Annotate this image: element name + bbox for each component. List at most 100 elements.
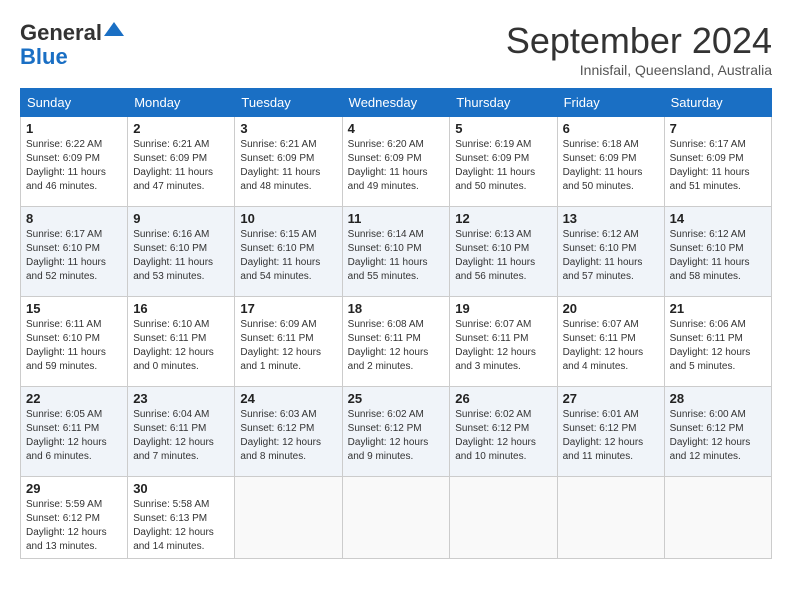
day-number: 19 bbox=[455, 301, 551, 316]
day-info: Sunrise: 6:03 AM Sunset: 6:12 PM Dayligh… bbox=[240, 408, 336, 464]
day-info: Sunrise: 6:21 AM Sunset: 6:09 PM Dayligh… bbox=[240, 138, 336, 194]
weekday-header-sunday: Sunday bbox=[21, 89, 128, 117]
calendar-cell: 6 Sunrise: 6:18 AM Sunset: 6:09 PM Daylig… bbox=[557, 117, 664, 207]
day-number: 26 bbox=[455, 391, 551, 406]
calendar-cell: 11 Sunrise: 6:14 AM Sunset: 6:10 PM Dayli… bbox=[342, 207, 450, 297]
calendar-cell: 23Sunrise: 6:04 AM Sunset: 6:11 PM Dayli… bbox=[128, 387, 235, 477]
day-number: 8 bbox=[26, 211, 122, 226]
day-info: Sunrise: 6:18 AM Sunset: 6:09 PM Dayligh… bbox=[563, 138, 659, 194]
day-info: Sunrise: 6:05 AM Sunset: 6:11 PM Dayligh… bbox=[26, 408, 122, 464]
calendar-cell: 8 Sunrise: 6:17 AM Sunset: 6:10 PM Daylig… bbox=[21, 207, 128, 297]
calendar-cell: 16 Sunrise: 6:10 AM Sunset: 6:11 PM Dayli… bbox=[128, 297, 235, 387]
day-number: 2 bbox=[133, 121, 229, 136]
weekday-header-monday: Monday bbox=[128, 89, 235, 117]
day-info: Sunrise: 6:22 AM Sunset: 6:09 PM Dayligh… bbox=[26, 138, 122, 194]
calendar-cell: 19 Sunrise: 6:07 AM Sunset: 6:11 PM Dayli… bbox=[450, 297, 557, 387]
day-number: 23 bbox=[133, 391, 229, 406]
calendar-cell: 28 Sunrise: 6:00 AM Sunset: 6:12 PM Dayli… bbox=[664, 387, 771, 477]
calendar-week-row: 29 Sunrise: 5:59 AM Sunset: 6:12 PM Dayli… bbox=[21, 477, 772, 559]
calendar-cell: 9 Sunrise: 6:16 AM Sunset: 6:10 PM Daylig… bbox=[128, 207, 235, 297]
day-number: 11 bbox=[348, 211, 445, 226]
day-info: Sunrise: 6:02 AM Sunset: 6:12 PM Dayligh… bbox=[455, 408, 551, 464]
day-number: 24 bbox=[240, 391, 336, 406]
calendar-cell: 20Sunrise: 6:07 AM Sunset: 6:11 PM Dayli… bbox=[557, 297, 664, 387]
calendar-cell: 5 Sunrise: 6:19 AM Sunset: 6:09 PM Daylig… bbox=[450, 117, 557, 207]
calendar-cell: 22 Sunrise: 6:05 AM Sunset: 6:11 PM Dayli… bbox=[21, 387, 128, 477]
day-info: Sunrise: 6:06 AM Sunset: 6:11 PM Dayligh… bbox=[670, 318, 766, 374]
weekday-header-thursday: Thursday bbox=[450, 89, 557, 117]
day-info: Sunrise: 6:21 AM Sunset: 6:09 PM Dayligh… bbox=[133, 138, 229, 194]
day-number: 18 bbox=[348, 301, 445, 316]
logo-text-blue: Blue bbox=[20, 44, 68, 70]
day-info: Sunrise: 6:01 AM Sunset: 6:12 PM Dayligh… bbox=[563, 408, 659, 464]
calendar-week-row: 15Sunrise: 6:11 AM Sunset: 6:10 PM Dayli… bbox=[21, 297, 772, 387]
day-info: Sunrise: 6:15 AM Sunset: 6:10 PM Dayligh… bbox=[240, 228, 336, 284]
day-number: 3 bbox=[240, 121, 336, 136]
calendar-cell: 27 Sunrise: 6:01 AM Sunset: 6:12 PM Dayli… bbox=[557, 387, 664, 477]
day-info: Sunrise: 5:59 AM Sunset: 6:12 PM Dayligh… bbox=[26, 498, 122, 554]
day-number: 28 bbox=[670, 391, 766, 406]
day-info: Sunrise: 6:13 AM Sunset: 6:10 PM Dayligh… bbox=[455, 228, 551, 284]
day-number: 4 bbox=[348, 121, 445, 136]
calendar-week-row: 22 Sunrise: 6:05 AM Sunset: 6:11 PM Dayli… bbox=[21, 387, 772, 477]
day-info: Sunrise: 6:09 AM Sunset: 6:11 PM Dayligh… bbox=[240, 318, 336, 374]
page-header: General Blue September 2024 Innisfail, Q… bbox=[20, 20, 772, 78]
calendar-cell bbox=[664, 477, 771, 559]
calendar-cell bbox=[342, 477, 450, 559]
weekday-header-friday: Friday bbox=[557, 89, 664, 117]
day-number: 17 bbox=[240, 301, 336, 316]
day-number: 27 bbox=[563, 391, 659, 406]
calendar-cell bbox=[235, 477, 342, 559]
day-info: Sunrise: 6:07 AM Sunset: 6:11 PM Dayligh… bbox=[563, 318, 659, 374]
location-subtitle: Innisfail, Queensland, Australia bbox=[506, 62, 772, 78]
calendar-cell bbox=[450, 477, 557, 559]
day-info: Sunrise: 6:17 AM Sunset: 6:09 PM Dayligh… bbox=[670, 138, 766, 194]
calendar-cell: 24 Sunrise: 6:03 AM Sunset: 6:12 PM Dayli… bbox=[235, 387, 342, 477]
calendar-cell: 4 Sunrise: 6:20 AM Sunset: 6:09 PM Daylig… bbox=[342, 117, 450, 207]
calendar-cell: 7 Sunrise: 6:17 AM Sunset: 6:09 PM Daylig… bbox=[664, 117, 771, 207]
logo-arrow-icon bbox=[102, 18, 124, 40]
day-number: 22 bbox=[26, 391, 122, 406]
day-info: Sunrise: 6:02 AM Sunset: 6:12 PM Dayligh… bbox=[348, 408, 445, 464]
day-info: Sunrise: 6:16 AM Sunset: 6:10 PM Dayligh… bbox=[133, 228, 229, 284]
calendar-cell: 15Sunrise: 6:11 AM Sunset: 6:10 PM Dayli… bbox=[21, 297, 128, 387]
title-area: September 2024 Innisfail, Queensland, Au… bbox=[506, 20, 772, 78]
calendar-week-row: 1 Sunrise: 6:22 AM Sunset: 6:09 PM Daylig… bbox=[21, 117, 772, 207]
day-info: Sunrise: 6:12 AM Sunset: 6:10 PM Dayligh… bbox=[670, 228, 766, 284]
day-number: 16 bbox=[133, 301, 229, 316]
logo-text-general: General bbox=[20, 20, 102, 45]
day-number: 13 bbox=[563, 211, 659, 226]
day-number: 21 bbox=[670, 301, 766, 316]
day-number: 9 bbox=[133, 211, 229, 226]
day-info: Sunrise: 6:20 AM Sunset: 6:09 PM Dayligh… bbox=[348, 138, 445, 194]
weekday-header-saturday: Saturday bbox=[664, 89, 771, 117]
weekday-header-tuesday: Tuesday bbox=[235, 89, 342, 117]
day-info: Sunrise: 6:19 AM Sunset: 6:09 PM Dayligh… bbox=[455, 138, 551, 194]
day-number: 30 bbox=[133, 481, 229, 496]
day-info: Sunrise: 6:07 AM Sunset: 6:11 PM Dayligh… bbox=[455, 318, 551, 374]
calendar-cell: 26 Sunrise: 6:02 AM Sunset: 6:12 PM Dayli… bbox=[450, 387, 557, 477]
calendar-table: SundayMondayTuesdayWednesdayThursdayFrid… bbox=[20, 88, 772, 559]
day-number: 29 bbox=[26, 481, 122, 496]
day-number: 7 bbox=[670, 121, 766, 136]
calendar-cell: 17 Sunrise: 6:09 AM Sunset: 6:11 PM Dayli… bbox=[235, 297, 342, 387]
day-info: Sunrise: 6:10 AM Sunset: 6:11 PM Dayligh… bbox=[133, 318, 229, 374]
day-info: Sunrise: 6:00 AM Sunset: 6:12 PM Dayligh… bbox=[670, 408, 766, 464]
day-info: Sunrise: 6:12 AM Sunset: 6:10 PM Dayligh… bbox=[563, 228, 659, 284]
calendar-cell: 13 Sunrise: 6:12 AM Sunset: 6:10 PM Dayli… bbox=[557, 207, 664, 297]
day-number: 5 bbox=[455, 121, 551, 136]
day-info: Sunrise: 6:11 AM Sunset: 6:10 PM Dayligh… bbox=[26, 318, 122, 374]
day-info: Sunrise: 6:14 AM Sunset: 6:10 PM Dayligh… bbox=[348, 228, 445, 284]
calendar-week-row: 8 Sunrise: 6:17 AM Sunset: 6:10 PM Daylig… bbox=[21, 207, 772, 297]
calendar-cell: 3 Sunrise: 6:21 AM Sunset: 6:09 PM Daylig… bbox=[235, 117, 342, 207]
day-number: 25 bbox=[348, 391, 445, 406]
day-info: Sunrise: 5:58 AM Sunset: 6:13 PM Dayligh… bbox=[133, 498, 229, 554]
day-number: 1 bbox=[26, 121, 122, 136]
calendar-cell: 21 Sunrise: 6:06 AM Sunset: 6:11 PM Dayli… bbox=[664, 297, 771, 387]
calendar-cell: 25 Sunrise: 6:02 AM Sunset: 6:12 PM Dayli… bbox=[342, 387, 450, 477]
logo: General Blue bbox=[20, 20, 102, 70]
day-number: 6 bbox=[563, 121, 659, 136]
day-info: Sunrise: 6:17 AM Sunset: 6:10 PM Dayligh… bbox=[26, 228, 122, 284]
calendar-cell bbox=[557, 477, 664, 559]
month-title: September 2024 bbox=[506, 20, 772, 62]
